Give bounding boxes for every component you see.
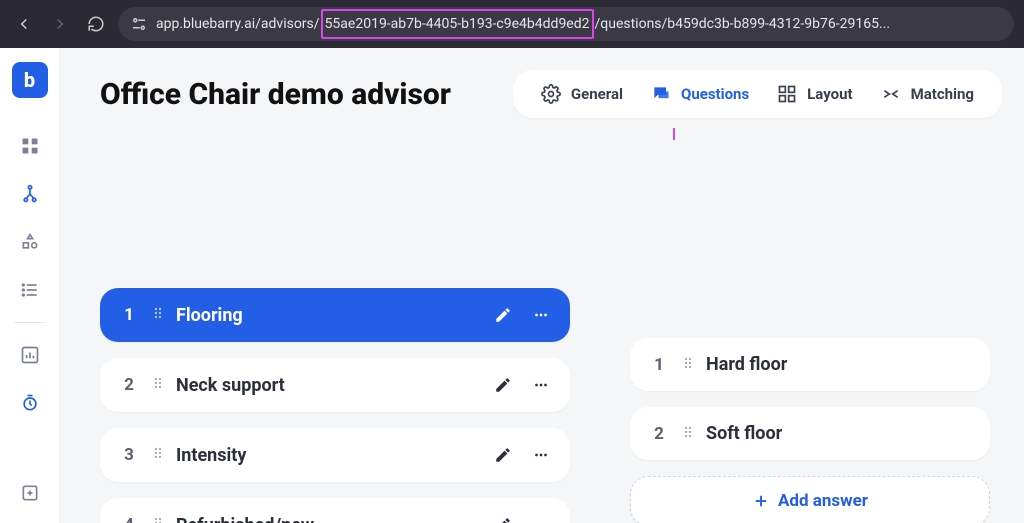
question-title: Intensity [176, 445, 492, 466]
answer-number: 2 [648, 424, 670, 444]
reload-button[interactable] [82, 10, 110, 38]
tab-questions-label: Questions [681, 85, 749, 103]
clock-icon[interactable] [10, 383, 50, 423]
layout-icon [777, 84, 797, 104]
tab-general-label: General [571, 85, 623, 103]
url-segment-prefix: app.bluebarry.ai/advisors/ [156, 16, 320, 32]
question-number: 4 [118, 515, 140, 523]
tab-matching[interactable]: Matching [881, 84, 974, 104]
url-segment-suffix: /questions/b459dc3b-b899-4312-9b76-29165… [595, 16, 891, 32]
answer-item[interactable]: 1 Hard floor [630, 338, 990, 391]
tab-general[interactable]: General [541, 84, 623, 104]
tab-layout-label: Layout [807, 85, 852, 103]
edit-icon[interactable] [492, 444, 514, 466]
url-segment-highlight: 55ae2019-ab7b-4405-b193-c9e4b4dd9ed2 [321, 9, 594, 39]
question-item[interactable]: 2 Neck support [100, 358, 570, 412]
more-icon[interactable] [530, 374, 552, 396]
back-button[interactable] [10, 10, 38, 38]
edit-icon[interactable] [492, 304, 514, 326]
header-row: Office Chair demo advisor General Questi… [100, 70, 1002, 118]
question-title: Neck support [176, 375, 492, 396]
gear-icon [541, 84, 561, 104]
add-answer-button[interactable]: Add answer [630, 476, 990, 523]
answers-list: 1 Hard floor 2 Soft floor Add answer [630, 338, 990, 523]
cursor-marker [673, 128, 675, 140]
app-logo[interactable]: b [12, 62, 48, 98]
question-number: 3 [118, 445, 140, 465]
answer-number: 1 [648, 355, 670, 375]
questions-list: 1 Flooring 2 Neck support [100, 288, 570, 523]
chat-icon [651, 84, 671, 104]
answer-item[interactable]: 2 Soft floor [630, 407, 990, 460]
tab-matching-label: Matching [911, 85, 974, 103]
matching-icon [881, 84, 901, 104]
drag-handle-icon[interactable] [680, 424, 696, 444]
add-answer-label: Add answer [778, 491, 868, 511]
tab-questions[interactable]: Questions [651, 84, 749, 104]
drag-handle-icon[interactable] [150, 375, 166, 395]
url-bar[interactable]: app.bluebarry.ai/advisors/55ae2019-ab7b-… [118, 7, 1014, 41]
forward-button[interactable] [46, 10, 74, 38]
grid-icon[interactable] [10, 126, 50, 166]
branch-icon[interactable] [10, 174, 50, 214]
drag-handle-icon[interactable] [150, 515, 166, 523]
more-icon[interactable] [530, 444, 552, 466]
drag-handle-icon[interactable] [680, 355, 696, 375]
drag-handle-icon[interactable] [150, 445, 166, 465]
tab-layout[interactable]: Layout [777, 84, 852, 104]
sidebar: b [0, 48, 60, 523]
shapes-icon[interactable] [10, 222, 50, 262]
more-icon[interactable] [530, 304, 552, 326]
tabs-bar: General Questions Layout Matching [513, 70, 1002, 118]
more-icon[interactable] [530, 514, 552, 523]
answer-title: Hard floor [706, 354, 972, 375]
browser-chrome-bar: app.bluebarry.ai/advisors/55ae2019-ab7b-… [0, 0, 1024, 48]
list-icon[interactable] [10, 270, 50, 310]
question-title: Flooring [176, 305, 492, 326]
url-text: app.bluebarry.ai/advisors/55ae2019-ab7b-… [156, 9, 890, 39]
question-item[interactable]: 1 Flooring [100, 288, 570, 342]
answer-title: Soft floor [706, 423, 972, 444]
plus-box-icon[interactable] [10, 473, 50, 513]
question-item[interactable]: 4 Refurbished/new [100, 498, 570, 523]
edit-icon[interactable] [492, 514, 514, 523]
main-content: Office Chair demo advisor General Questi… [60, 48, 1024, 523]
sidebar-divider [14, 322, 46, 323]
edit-icon[interactable] [492, 374, 514, 396]
question-title: Refurbished/new [176, 515, 492, 523]
drag-handle-icon[interactable] [150, 305, 166, 325]
plus-icon [752, 492, 770, 510]
question-number: 1 [118, 305, 140, 325]
chart-icon[interactable] [10, 335, 50, 375]
question-number: 2 [118, 375, 140, 395]
question-item[interactable]: 3 Intensity [100, 428, 570, 482]
page-title: Office Chair demo advisor [100, 77, 451, 112]
site-settings-icon[interactable] [130, 15, 148, 33]
